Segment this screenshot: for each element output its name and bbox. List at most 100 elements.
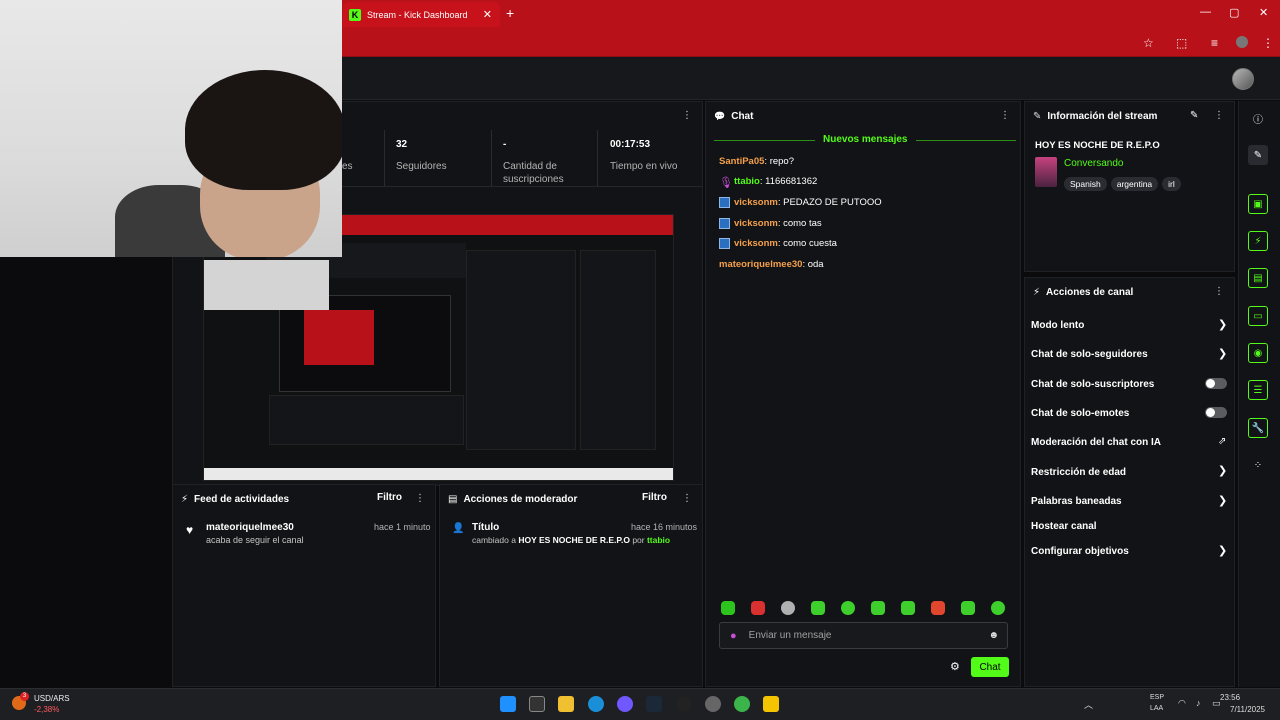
close-window-button[interactable]: ✕ (1259, 6, 1268, 19)
chat-message-input[interactable]: ● Enviar un mensaje ☻ (719, 622, 1008, 649)
chevron-right-icon[interactable]: ❯ (1218, 347, 1227, 360)
category-thumbnail[interactable] (1035, 157, 1057, 187)
browser-tab[interactable]: K Stream - Kick Dashboard ✕ (343, 2, 500, 27)
chat-username[interactable]: vicksonm (734, 238, 778, 249)
emote-6[interactable] (871, 601, 885, 615)
emoji-picker-icon[interactable]: ☻ (988, 630, 999, 641)
chevron-right-icon[interactable]: ❯ (1218, 494, 1227, 507)
emote-8[interactable] (931, 601, 945, 615)
maximize-button[interactable]: ▢ (1229, 6, 1239, 19)
tab-close-icon[interactable]: ✕ (483, 8, 492, 21)
chat-message: SantiPa05: repo? (719, 156, 794, 167)
info-pencil-icon: ✎ (1033, 110, 1042, 122)
chat-username[interactable]: vicksonm (734, 197, 778, 208)
emote-4[interactable] (811, 601, 825, 615)
chevron-right-icon[interactable]: ❯ (1218, 544, 1227, 557)
emote-5[interactable] (841, 601, 855, 615)
feed-entry-user[interactable]: mateoriquelmee30 (206, 522, 294, 533)
chat-username[interactable]: SantiPa05 (719, 156, 764, 167)
app-icon[interactable] (763, 696, 779, 712)
tag-chip: argentina (1110, 177, 1159, 191)
wifi-icon[interactable]: ◠ (1178, 698, 1186, 709)
emote-1[interactable] (721, 601, 735, 615)
language-top[interactable]: ESP (1150, 694, 1164, 701)
obs-icon[interactable] (676, 696, 692, 712)
chat-bubble-icon[interactable]: ▭ (1248, 306, 1268, 326)
document-icon[interactable]: ▤ (1248, 268, 1268, 288)
file-explorer-icon[interactable] (558, 696, 574, 712)
ticker-name: USD/ARS (34, 694, 70, 703)
action-followers-only[interactable]: Chat de solo-seguidores (1031, 349, 1148, 360)
chevron-right-icon[interactable]: ❯ (1218, 464, 1227, 477)
emote-2[interactable] (751, 601, 765, 615)
mod-entry-text: cambiado a HOY ES NOCHE DE R.E.P.O por t… (472, 535, 671, 545)
edge-icon[interactable] (588, 696, 604, 712)
action-configure-goals[interactable]: Configurar objetivos (1031, 546, 1129, 557)
new-tab-button[interactable]: + (506, 5, 514, 21)
emotes-only-toggle[interactable] (1205, 407, 1227, 418)
mic-icon[interactable]: ● (730, 630, 737, 642)
media-icon[interactable]: ≡ (1211, 36, 1218, 50)
new-messages-divider[interactable]: Nuevos mensajes (815, 134, 916, 145)
chat-settings-gear-icon[interactable]: ⚙ (950, 660, 960, 673)
mod-filter-button[interactable]: Filtro (642, 492, 667, 503)
emote-7[interactable] (901, 601, 915, 615)
screen-icon[interactable]: ▣ (1248, 194, 1268, 214)
channel-actions-menu-icon[interactable]: ⋮ (1214, 286, 1224, 297)
steam-icon[interactable] (646, 696, 662, 712)
edit-stream-info-icon[interactable]: ✎ (1190, 110, 1198, 121)
stream-panel-menu-icon[interactable]: ⋮ (682, 110, 692, 121)
windows-start-icon[interactable] (500, 696, 516, 712)
stream-info-menu-icon[interactable]: ⋮ (1214, 110, 1224, 121)
menu-dots-icon[interactable]: ⋮ (1262, 36, 1274, 50)
language-bottom[interactable]: LAA (1150, 705, 1163, 712)
activity-menu-icon[interactable]: ⋮ (415, 493, 425, 504)
chat-username[interactable]: mateoriquelmee30 (719, 259, 802, 270)
action-slow-mode[interactable]: Modo lento (1031, 320, 1084, 331)
tray-chevron-icon[interactable]: ︿ (1084, 698, 1093, 711)
chat-menu-icon[interactable]: ⋮ (1000, 110, 1010, 121)
bolt-rail-icon[interactable]: ⚡ (1248, 231, 1268, 251)
minimize-button[interactable]: — (1200, 6, 1211, 18)
chat-icon: 💬 (714, 110, 726, 121)
chat-text: : 1166681362 (759, 176, 818, 187)
chrome-icon[interactable] (734, 696, 750, 712)
extensions-icon[interactable]: ⬚ (1176, 36, 1187, 50)
ticker-change: -2,38% (34, 705, 60, 714)
chat-username[interactable]: ttabio (734, 176, 760, 187)
activity-feed-panel: ⚡ Feed de actividades Filtro ⋮ ♥ mateori… (172, 484, 436, 687)
action-age-restriction[interactable]: Restricción de edad (1031, 467, 1126, 478)
action-host-channel[interactable]: Hostear canal (1031, 521, 1097, 532)
volume-icon[interactable]: ♪ (1196, 698, 1201, 708)
send-chat-button[interactable]: Chat (971, 657, 1009, 677)
bookmark-star-icon[interactable]: ☆ (1143, 36, 1154, 50)
emote-10[interactable] (991, 601, 1005, 615)
chat-username[interactable]: vicksonm (734, 218, 778, 229)
action-banned-words[interactable]: Palabras baneadas (1031, 496, 1122, 507)
clock-date[interactable]: 7/11/2025 (1230, 705, 1265, 714)
list-icon[interactable]: ☰ (1248, 380, 1268, 400)
mod-menu-icon[interactable]: ⋮ (682, 493, 692, 504)
clock-time[interactable]: 23:56 (1220, 693, 1240, 702)
apps-icon[interactable]: ⁘ (1248, 455, 1268, 475)
profile-icon[interactable] (1236, 36, 1248, 48)
broadcast-icon[interactable]: ◉ (1248, 343, 1268, 363)
wrench-icon[interactable]: 🔧 (1248, 418, 1268, 438)
category-name[interactable]: Conversando (1064, 158, 1123, 169)
task-view-icon[interactable] (529, 696, 545, 712)
discord-icon[interactable] (617, 696, 633, 712)
chevron-right-icon[interactable]: ❯ (1218, 318, 1227, 331)
stat-partial-label: es (342, 161, 353, 172)
edit-icon[interactable]: ✎ (1248, 145, 1268, 165)
info-icon[interactable]: ⓘ (1248, 108, 1268, 128)
settings-icon[interactable] (705, 696, 721, 712)
external-link-icon[interactable]: ⇗ (1218, 436, 1226, 447)
moderator-badge-icon (719, 238, 730, 249)
activity-filter-button[interactable]: Filtro (377, 492, 402, 503)
emote-9[interactable] (961, 601, 975, 615)
mod-actions-panel: ▤ Acciones de moderador Filtro ⋮ 👤 Títul… (439, 484, 703, 687)
subscribers-only-toggle[interactable] (1205, 378, 1227, 389)
user-avatar[interactable] (1232, 68, 1254, 90)
action-ai-moderation[interactable]: Moderación del chat con IA (1031, 437, 1161, 448)
emote-3[interactable] (781, 601, 795, 615)
